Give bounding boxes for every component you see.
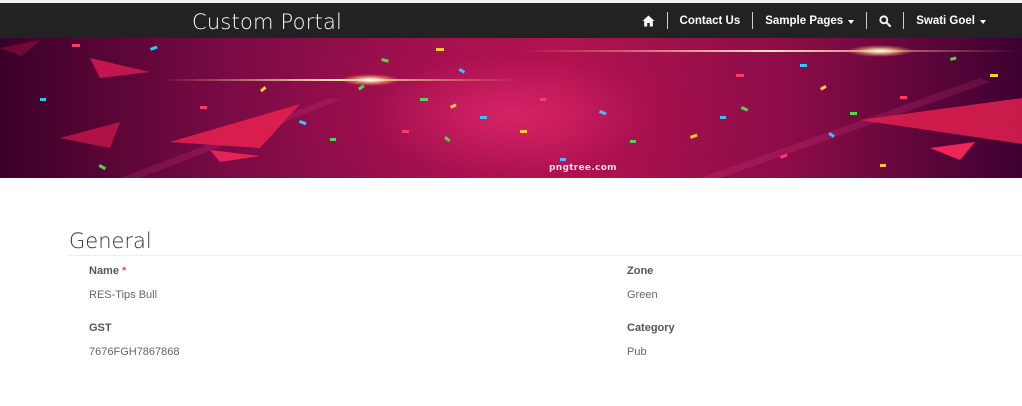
caret-down-icon xyxy=(848,19,855,24)
zone-field-label: Zone xyxy=(627,265,654,277)
nav-sample-pages-dropdown[interactable]: Sample Pages xyxy=(753,3,866,38)
category-field-value: Pub xyxy=(627,346,647,358)
caret-down-icon xyxy=(980,19,986,24)
main-nav: Contact Us Sample Pages Swati Goel xyxy=(630,3,998,38)
nav-sample-pages-label: Sample Pages xyxy=(765,14,844,27)
nav-contact-us[interactable]: Contact Us xyxy=(668,3,753,38)
nav-user-menu[interactable]: Swati Goel xyxy=(904,3,998,38)
top-navbar: Custom Portal Contact Us Sample Pages Sw… xyxy=(0,0,1022,38)
banner-watermark: pngtree.com xyxy=(549,163,617,173)
user-name-label: Swati Goel xyxy=(916,14,975,27)
home-icon xyxy=(642,15,655,27)
brand-title[interactable]: Custom Portal xyxy=(192,9,342,35)
section-title: General xyxy=(69,229,152,253)
gst-field-value: 7676FGH7867868 xyxy=(89,346,180,358)
search-icon xyxy=(879,14,892,27)
name-label-text: Name xyxy=(89,265,119,277)
nav-contact-us-label: Contact Us xyxy=(679,14,741,27)
zone-field-value: Green xyxy=(627,289,658,301)
required-marker: * xyxy=(122,265,127,277)
name-field-label: Name * xyxy=(89,265,126,277)
category-field-label: Category xyxy=(627,322,675,334)
nav-home[interactable] xyxy=(630,3,667,38)
nav-search[interactable] xyxy=(867,3,903,38)
section-divider xyxy=(69,255,1022,256)
gst-field-label: GST xyxy=(89,322,112,334)
name-field-value: RES-Tips Bull xyxy=(89,289,158,301)
hero-banner xyxy=(0,38,1022,178)
banner-decoration xyxy=(0,40,1022,178)
